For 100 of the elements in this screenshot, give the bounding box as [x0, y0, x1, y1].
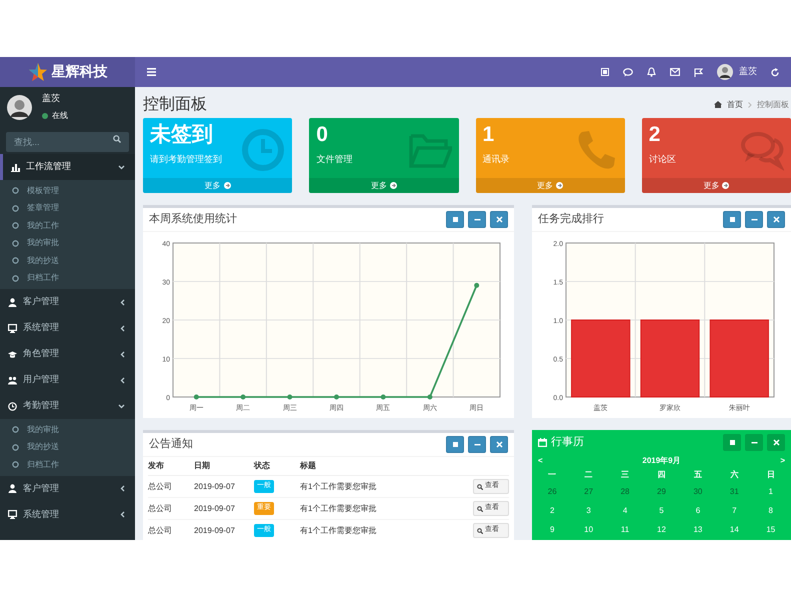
- weekday-label: 六: [729, 469, 740, 481]
- flag-icon[interactable]: [694, 68, 703, 76]
- search-field[interactable]: 查找...: [6, 132, 129, 152]
- more-link[interactable]: 更多: [143, 178, 292, 193]
- grid-icon[interactable]: [601, 68, 609, 76]
- chevron-down-icon: [118, 164, 125, 170]
- calendar-day[interactable]: 4: [606, 501, 644, 520]
- calendar-day[interactable]: 27: [570, 482, 607, 501]
- calendar-day[interactable]: 10: [570, 520, 607, 539]
- grid-icon: [452, 441, 458, 448]
- tool-button[interactable]: [723, 211, 741, 228]
- calendar-day[interactable]: 5: [643, 501, 680, 520]
- data-point: [240, 394, 246, 400]
- bell-icon[interactable]: [647, 67, 656, 77]
- tool-button[interactable]: [446, 436, 464, 453]
- table-cell-text: 有1个工作需要您审批: [300, 524, 378, 536]
- panel-title: 公告通知: [149, 436, 193, 452]
- user-icon: [8, 298, 17, 306]
- tool-button[interactable]: [468, 436, 486, 453]
- calendar-day[interactable]: 6: [680, 501, 716, 520]
- submenu-item[interactable]: 我的抄送: [0, 438, 135, 456]
- more-link[interactable]: 更多: [309, 178, 458, 193]
- tool-button[interactable]: [446, 211, 464, 228]
- weekday-label: 二: [584, 469, 594, 481]
- stat-label: 通讯录: [482, 153, 510, 166]
- logo-text: 星辉科技: [52, 62, 108, 82]
- data-point: [380, 394, 386, 400]
- refresh-icon[interactable]: [771, 68, 779, 76]
- stat-label: 讨论区: [648, 153, 676, 166]
- menu-item[interactable]: 客户管理: [0, 476, 135, 502]
- clock-icon: [241, 128, 286, 172]
- next-month-link[interactable]: >: [780, 455, 785, 467]
- submenu-item[interactable]: 我的抄送: [0, 252, 135, 270]
- tool-button[interactable]: [767, 211, 785, 228]
- calendar-day[interactable]: 9: [534, 520, 570, 539]
- circle-icon: [12, 222, 19, 230]
- menu-item[interactable]: 考勤管理: [0, 393, 135, 419]
- submenu-item[interactable]: 签章管理: [0, 200, 135, 217]
- avatar-icon: [7, 94, 32, 120]
- menu-item[interactable]: 用户管理: [0, 367, 135, 393]
- tool-button[interactable]: [468, 211, 486, 228]
- graduation-cap-icon: [8, 350, 17, 358]
- menu-item[interactable]: 系统管理: [0, 502, 135, 528]
- more-link[interactable]: 更多: [476, 178, 625, 193]
- chevron-left-icon: [120, 511, 125, 518]
- calendar-day[interactable]: 28: [606, 482, 644, 501]
- menu-item[interactable]: 角色管理: [0, 341, 135, 367]
- calendar-day[interactable]: 2: [534, 501, 570, 520]
- calendar-day[interactable]: 8: [752, 501, 789, 520]
- user-name[interactable]: 盖茨: [739, 65, 757, 79]
- submenu-item[interactable]: 我的工作: [0, 217, 135, 234]
- grid-icon: [452, 216, 458, 223]
- calendar-day[interactable]: 26: [534, 482, 570, 501]
- menu-item[interactable]: 工作流管理: [0, 154, 135, 180]
- calendar-day[interactable]: 31: [716, 482, 753, 501]
- table-cell-text: 总公司: [148, 524, 173, 536]
- close-icon: [772, 438, 780, 446]
- tool-button[interactable]: [767, 434, 785, 450]
- tool-button[interactable]: [745, 211, 763, 228]
- prev-month-link[interactable]: <: [538, 455, 543, 467]
- arrow-circle-icon: [224, 182, 231, 189]
- submenu-item[interactable]: 归档工作: [0, 456, 135, 474]
- calendar-day[interactable]: 15: [752, 520, 789, 539]
- logo[interactable]: 星辉科技: [0, 57, 135, 87]
- data-point: [334, 394, 339, 400]
- calendar-day[interactable]: 13: [680, 520, 716, 539]
- desktop-icon: [8, 324, 17, 332]
- circle-icon: [12, 444, 19, 451]
- tool-button[interactable]: [723, 434, 741, 450]
- grid-icon: [728, 216, 736, 223]
- calendar-day[interactable]: 29: [643, 482, 680, 501]
- circle-icon: [12, 204, 19, 212]
- menu-item[interactable]: 系统管理: [0, 315, 135, 341]
- avatar-icon[interactable]: [717, 64, 733, 80]
- menu-icon[interactable]: [147, 68, 156, 76]
- tool-button[interactable]: [745, 434, 763, 450]
- calendar-day[interactable]: 30: [680, 482, 716, 501]
- table-cell-text: 2019-09-07: [194, 524, 236, 536]
- submenu-item[interactable]: 我的审批: [0, 421, 135, 438]
- submenu-item[interactable]: 归档工作: [0, 270, 135, 287]
- calendar-day[interactable]: 11: [606, 520, 644, 539]
- star-logo-icon: [28, 62, 48, 82]
- weekday-label: 一: [547, 469, 558, 481]
- menu-item[interactable]: 客户管理: [0, 289, 135, 315]
- calendar-day[interactable]: 1: [752, 482, 789, 501]
- breadcrumb-link[interactable]: 首页: [727, 98, 743, 110]
- calendar-day[interactable]: 12: [643, 520, 680, 539]
- calendar-day[interactable]: 3: [570, 501, 607, 520]
- tool-button[interactable]: [490, 211, 508, 228]
- envelope-icon[interactable]: [670, 68, 680, 76]
- search-icon[interactable]: [113, 135, 121, 143]
- tool-button[interactable]: [490, 436, 508, 453]
- chat-icon[interactable]: [623, 68, 633, 76]
- submenu-item[interactable]: 我的审批: [0, 234, 135, 252]
- calendar-day[interactable]: 14: [716, 520, 753, 539]
- calendar-day[interactable]: 7: [716, 501, 753, 520]
- user-name: 盖茨: [42, 92, 61, 105]
- search-icon: [477, 528, 483, 534]
- submenu-item[interactable]: 模板管理: [0, 182, 135, 200]
- more-link[interactable]: 更多: [642, 178, 791, 193]
